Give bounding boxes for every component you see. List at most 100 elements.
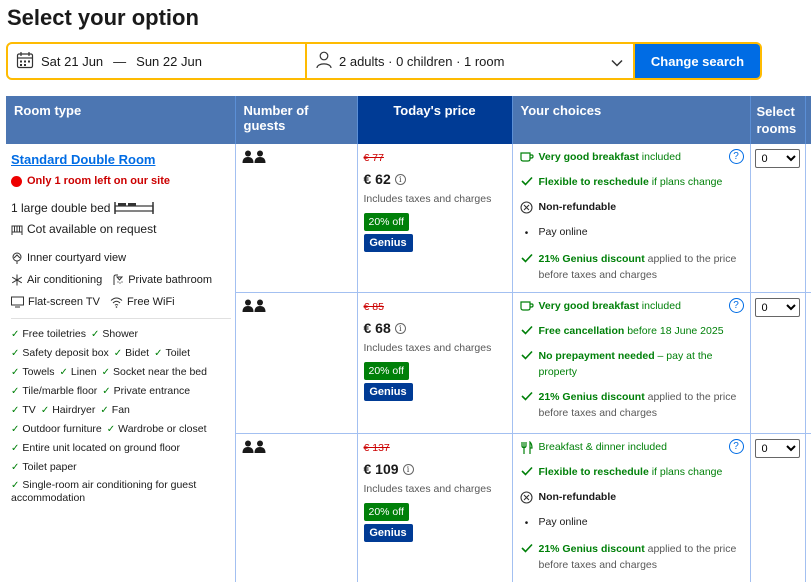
amenity: ✓ Entire unit located on ground floor (11, 442, 180, 454)
change-search-button[interactable]: Change search (635, 44, 760, 78)
choice-genius-discount: 21% Genius discount applied to the price… (519, 541, 744, 573)
feature-label: Inner courtyard view (27, 252, 127, 264)
check-icon: ✓ (113, 348, 123, 359)
check-icon: ✓ (40, 405, 50, 416)
check-icon (519, 251, 535, 263)
check-icon (519, 464, 535, 476)
amenity: ✓ Socket near the bed (101, 366, 207, 378)
choices-cell: ? Very good breakfast included Flexible … (511, 144, 751, 293)
feature-row: Flat-screen TV Free WiFi (11, 296, 230, 308)
nonrefund-icon (519, 489, 535, 504)
feature-bathroom: Private bathroom (112, 274, 212, 286)
checkin-date: Sat 21 Jun (41, 53, 104, 69)
check-icon (519, 389, 535, 401)
feature-label: Free WiFi (126, 296, 175, 308)
date-picker[interactable]: Sat 21 Jun — Sun 22 Jun (8, 44, 305, 78)
choice-flexible: Flexible to reschedule if plans change (519, 464, 744, 480)
header-choices: Your choices (512, 96, 751, 144)
bed-text: 1 large double bed (11, 201, 111, 215)
amenity: ✓ Hairdryer (40, 404, 96, 416)
feature-wifi: Free WiFi (110, 296, 175, 308)
amenity: ✓ Towels (11, 366, 55, 378)
genius-badge: Genius (363, 383, 413, 401)
header-room-type: Room type (6, 96, 236, 144)
price-cell: € 77 € 62 i Includes taxes and charges 20… (356, 144, 513, 293)
tax-note: Includes taxes and charges (363, 342, 492, 354)
check-icon (519, 348, 535, 360)
shower-icon (112, 274, 124, 286)
choices-cell: ? Breakfast & dinner included Flexible t… (511, 433, 751, 582)
discount-badge: 20% off (363, 362, 409, 380)
amenity: ✓ Tile/marble floor (11, 385, 98, 397)
old-price: € 85 (363, 301, 384, 313)
feature-view: Inner courtyard view (11, 252, 126, 264)
feature-label: Air conditioning (27, 274, 103, 286)
extra-cell (804, 433, 811, 582)
scarcity-text: Only 1 room left on our site (27, 175, 171, 187)
discount-badge: 20% off (363, 213, 409, 231)
discount-badge: 20% off (363, 503, 409, 521)
cot-icon (11, 224, 23, 235)
rooms-table: Room type Number of guests Today's price… (6, 96, 811, 582)
choice-genius-discount: 21% Genius discount applied to the price… (519, 389, 744, 421)
choice-breakfast: Very good breakfast included (519, 298, 744, 314)
amenity: ✓ Toilet paper (11, 461, 77, 473)
choice-free-cancellation: Free cancellation before 18 June 2025 (519, 323, 744, 339)
calendar-icon (16, 51, 34, 72)
guests-cell (234, 433, 358, 582)
current-price: € 62 i (364, 171, 506, 187)
choice-nonrefundable: Non-refundable (519, 489, 744, 505)
info-icon[interactable]: i (394, 173, 406, 185)
check-icon: ✓ (154, 348, 163, 359)
choice-pay-online: • Pay online (519, 514, 744, 532)
choice-pay-online: • Pay online (519, 224, 744, 242)
question-icon[interactable]: ? (728, 149, 744, 164)
question-icon[interactable]: ? (728, 439, 744, 454)
bed-info: 1 large double bed (11, 201, 230, 215)
check-icon: ✓ (11, 329, 20, 340)
offer-row: Standard Double Room Only 1 room left on… (6, 144, 811, 582)
amenity: ✓ TV (11, 404, 36, 416)
guests-selector[interactable]: 2 adults · 0 children · 1 room (307, 44, 633, 78)
current-price: € 68 i (364, 320, 506, 336)
check-icon: ✓ (102, 386, 111, 397)
choice-half-board: Breakfast & dinner included (519, 439, 744, 455)
nonrefund-icon (519, 199, 535, 214)
amenities-list: ✓ Free toiletries ✓ Shower ✓ Safety deposit … (11, 325, 233, 504)
select-cell: 0 (749, 292, 805, 434)
feature-tv: Flat-screen TV (11, 296, 100, 308)
extra-cell (804, 144, 811, 293)
header-guests: Number of guests (235, 96, 358, 144)
tv-icon (11, 296, 24, 308)
header-extra (805, 96, 811, 144)
snowflake-icon (11, 274, 23, 286)
info-icon[interactable]: i (402, 463, 414, 475)
guests-cell (234, 144, 358, 293)
check-icon (519, 323, 535, 335)
room-count-select[interactable]: 0 (754, 149, 800, 168)
check-icon (519, 174, 535, 186)
room-count-select[interactable]: 0 (754, 439, 800, 458)
tax-note: Includes taxes and charges (363, 483, 492, 495)
two-persons-icon (242, 440, 266, 457)
extra-cell (804, 292, 811, 434)
chevron-down-icon (611, 55, 623, 70)
info-icon[interactable]: i (394, 322, 406, 334)
amenity: ✓ Fan (100, 404, 130, 416)
question-icon[interactable]: ? (728, 298, 744, 313)
check-icon: ✓ (11, 367, 20, 378)
tax-note: Includes taxes and charges (363, 193, 492, 205)
cot-text: Cot available on request (27, 222, 157, 236)
choice-no-prepayment: No prepayment needed – pay at the proper… (519, 348, 744, 380)
room-name-link[interactable]: Standard Double Room (11, 152, 155, 167)
choice-breakfast: Very good breakfast included (519, 149, 744, 165)
bullet-icon: • (524, 518, 529, 529)
amenity: ✓ Private entrance (102, 385, 191, 397)
check-icon: ✓ (11, 443, 20, 454)
room-count-select[interactable]: 0 (754, 298, 800, 317)
amenity: ✓ Toilet (154, 347, 191, 359)
room-type-cell: Standard Double Room Only 1 room left on… (6, 144, 236, 582)
two-persons-icon (242, 299, 266, 316)
check-icon: ✓ (11, 480, 20, 491)
header-select-rooms: Select rooms (750, 96, 806, 144)
